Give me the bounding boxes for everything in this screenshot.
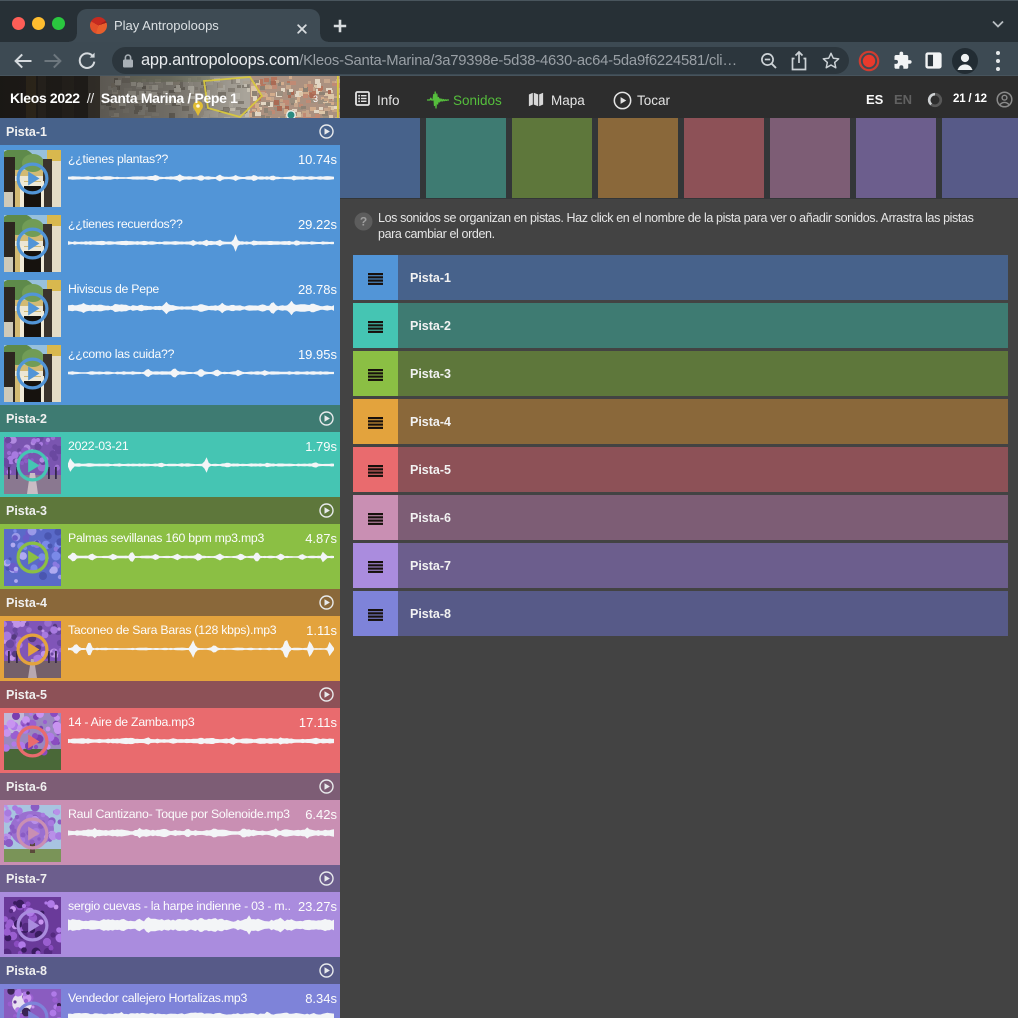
svg-text:?: ? [360, 215, 367, 229]
